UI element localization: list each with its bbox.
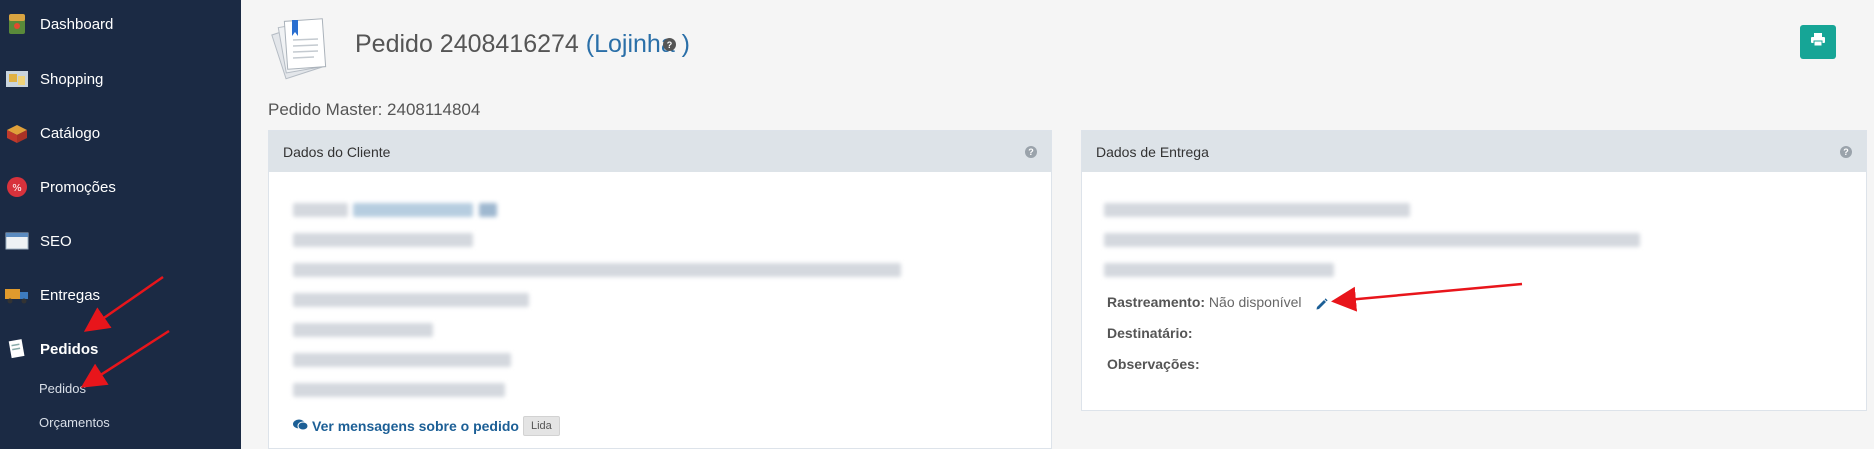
tracking-label: Rastreamento: [1107,294,1206,310]
print-button[interactable] [1800,25,1836,59]
svg-text:%: % [12,183,22,194]
panel-title: Dados de Entrega [1096,143,1209,160]
sidebar-item-pedidos[interactable]: Pedidos [0,327,241,371]
sidebar-item-seo[interactable]: SEO [0,219,241,263]
orders-icon [4,336,30,362]
sidebar-item-catalogo[interactable]: Catálogo [0,111,241,155]
catalog-icon [4,120,30,146]
sidebar-subitem-orcamentos[interactable]: Orçamentos [39,415,110,430]
master-order: Pedido Master: 2408114804 [268,100,481,119]
messages-link[interactable]: Ver mensagens sobre o pedido Lida [293,416,560,436]
sidebar-item-label: Shopping [40,70,104,88]
sidebar-item-label: Entregas [40,286,101,304]
read-badge: Lida [522,416,560,436]
notes-field: Observações: [1107,356,1200,372]
sidebar: Dashboard Shopping Catálogo % Promoções … [0,0,241,449]
seo-icon [4,228,30,254]
order-number: Pedido 2408416274 [355,30,579,58]
sidebar-item-label: Catálogo [40,124,101,142]
delivery-truck-icon [4,282,30,308]
client-panel: Dados do Cliente ? Ver mensagens sobre o… [268,130,1052,449]
printer-icon [1811,33,1825,51]
sidebar-item-label: Dashboard [40,15,114,33]
recipient-field: Destinatário: [1107,325,1193,341]
page-title: Pedido 2408416274 (Lojinha ) [355,30,690,59]
order-document-icon [268,14,328,80]
sidebar-subitem-pedidos[interactable]: Pedidos [39,381,86,396]
delivery-panel: Dados de Entrega ? Rastreamento: Não dis… [1081,130,1867,411]
messages-link-label: Ver mensagens sobre o pedido [312,418,519,434]
tracking-value: Não disponível [1208,294,1302,310]
notes-label: Observações: [1107,356,1200,372]
help-icon[interactable]: ? [1025,145,1037,158]
panel-title: Dados do Cliente [283,143,391,160]
sidebar-item-dashboard[interactable]: Dashboard [0,2,241,46]
sidebar-item-entregas[interactable]: Entregas [0,273,241,317]
recipient-label: Destinatário: [1107,325,1193,341]
sidebar-item-promocoes[interactable]: % Promoções [0,165,241,209]
sidebar-item-label: Pedidos [40,340,99,358]
sidebar-item-label: Promoções [40,178,116,196]
dashboard-icon [4,11,30,37]
help-icon[interactable]: ? [1840,145,1852,158]
sidebar-item-label: SEO [40,232,72,250]
tracking-field: Rastreamento: Não disponível [1107,294,1302,310]
promotions-icon: % [4,174,30,200]
sidebar-item-shopping[interactable]: Shopping [0,57,241,101]
shopping-icon [4,66,30,92]
main-content: Pedido 2408416274 (Lojinha ) ? Pedido Ma… [241,0,1874,449]
panel-header: Dados do Cliente ? [269,131,1051,172]
panel-header: Dados de Entrega ? [1082,131,1866,172]
pencil-icon[interactable] [1315,297,1328,315]
help-icon[interactable]: ? [663,38,676,51]
comments-icon [293,418,309,434]
